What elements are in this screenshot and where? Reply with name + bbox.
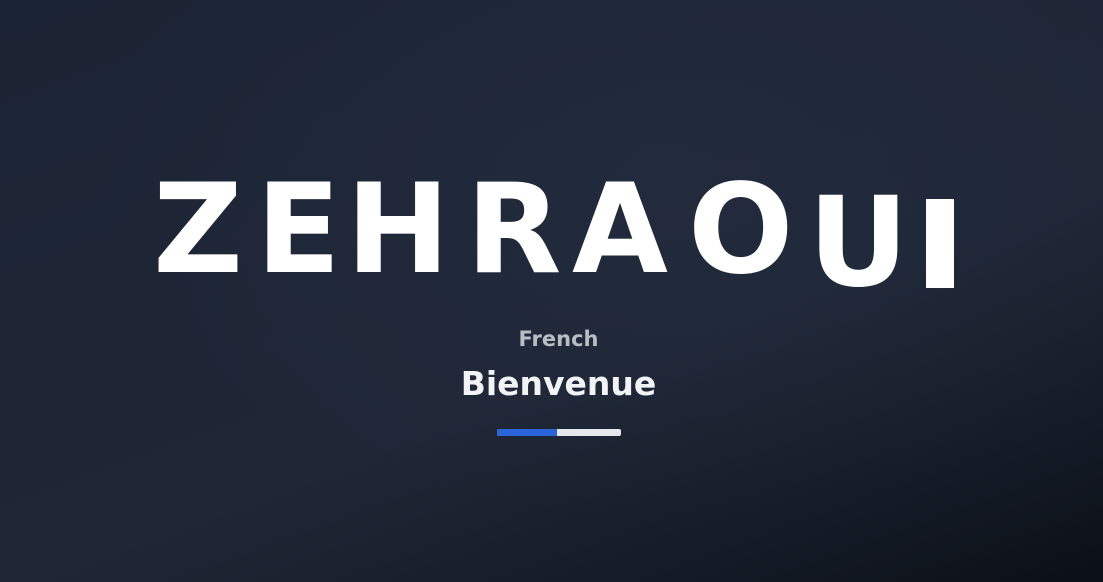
brand-letter-z: Z (153, 158, 243, 302)
brand-letter-a: A (572, 158, 668, 302)
loading-progress-bar (497, 429, 621, 436)
language-name: French (518, 327, 599, 351)
brand-letter-h: H (346, 158, 450, 302)
brand-wordmark: Z E H R A O U (0, 158, 1103, 305)
typing-cursor (926, 199, 954, 288)
loading-progress-fill (497, 429, 557, 436)
greeting-text: Bienvenue (460, 364, 657, 403)
brand-letter-o: O (688, 158, 794, 302)
brand-letter-e: E (256, 158, 341, 302)
brand-letter-r: R (466, 158, 562, 302)
brand-letter-u: U (808, 171, 909, 315)
